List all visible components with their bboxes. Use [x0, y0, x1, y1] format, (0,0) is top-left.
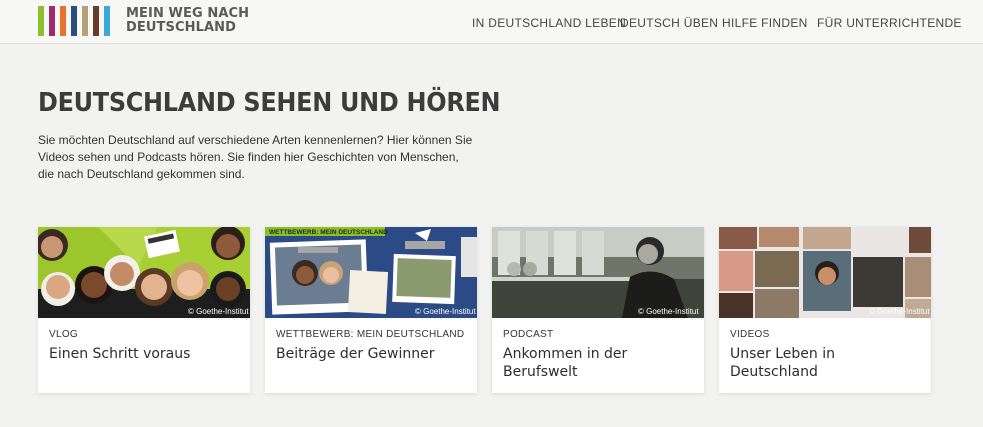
card-copyright: © Goethe-Institut — [188, 307, 249, 316]
nav-deutsch-ueben[interactable]: DEUTSCH ÜBEN — [620, 16, 718, 30]
card-category: VIDEOS — [730, 329, 770, 340]
site-header: MEIN WEG NACH DEUTSCHLAND IN DEUTSCHLAND… — [0, 0, 983, 44]
main-nav: IN DEUTSCHLAND LEBEN DEUTSCH ÜBEN HILFE … — [0, 16, 983, 30]
card-image-videos: © Goethe-Institut — [719, 227, 931, 318]
intro-text: Sie möchten Deutschland auf verschiedene… — [38, 133, 473, 181]
card-copyright: © Goethe-Institut — [638, 307, 699, 316]
nav-fuer-unterrichtende[interactable]: FÜR UNTERRICHTENDE — [817, 16, 962, 30]
page-title: DEUTSCHLAND SEHEN UND HÖREN — [38, 88, 501, 118]
teaser-card-videos[interactable]: © Goethe-Institut VIDEOS Unser Leben in … — [719, 227, 931, 393]
card-category: VLOG — [49, 329, 78, 340]
card-category: PODCAST — [503, 329, 554, 340]
card-image-vlog: © Goethe-Institut — [38, 227, 250, 318]
card-copyright: © Goethe-Institut — [415, 307, 476, 316]
card-category: WETTBEWERB: MEIN DEUTSCHLAND — [276, 329, 465, 340]
card-title: Einen Schritt voraus — [49, 346, 191, 362]
teaser-card-wettbewerb[interactable]: WETTBEWERB: MEIN DEUTSCHLAND © Goethe-In… — [265, 227, 477, 393]
nav-in-deutschland-leben[interactable]: IN DEUTSCHLAND LEBEN — [472, 16, 626, 30]
card-image-podcast: © Goethe-Institut — [492, 227, 704, 318]
teaser-card-podcast[interactable]: © Goethe-Institut PODCAST Ankommen in de… — [492, 227, 704, 393]
card-image-wettbewerb: WETTBEWERB: MEIN DEUTSCHLAND © Goethe-In… — [265, 227, 477, 318]
nav-hilfe-finden[interactable]: HILFE FINDEN — [722, 16, 808, 30]
card-title: Ankommen in der Berufswelt — [503, 346, 628, 380]
image-banner-text: WETTBEWERB: MEIN DEUTSCHLAND — [269, 229, 388, 236]
teaser-card-vlog[interactable]: © Goethe-Institut VLOG Einen Schritt vor… — [38, 227, 250, 393]
card-copyright: © Goethe-Institut — [869, 307, 930, 316]
card-title: Beiträge der Gewinner — [276, 346, 435, 362]
card-title: Unser Leben in Deutschland — [730, 346, 835, 380]
